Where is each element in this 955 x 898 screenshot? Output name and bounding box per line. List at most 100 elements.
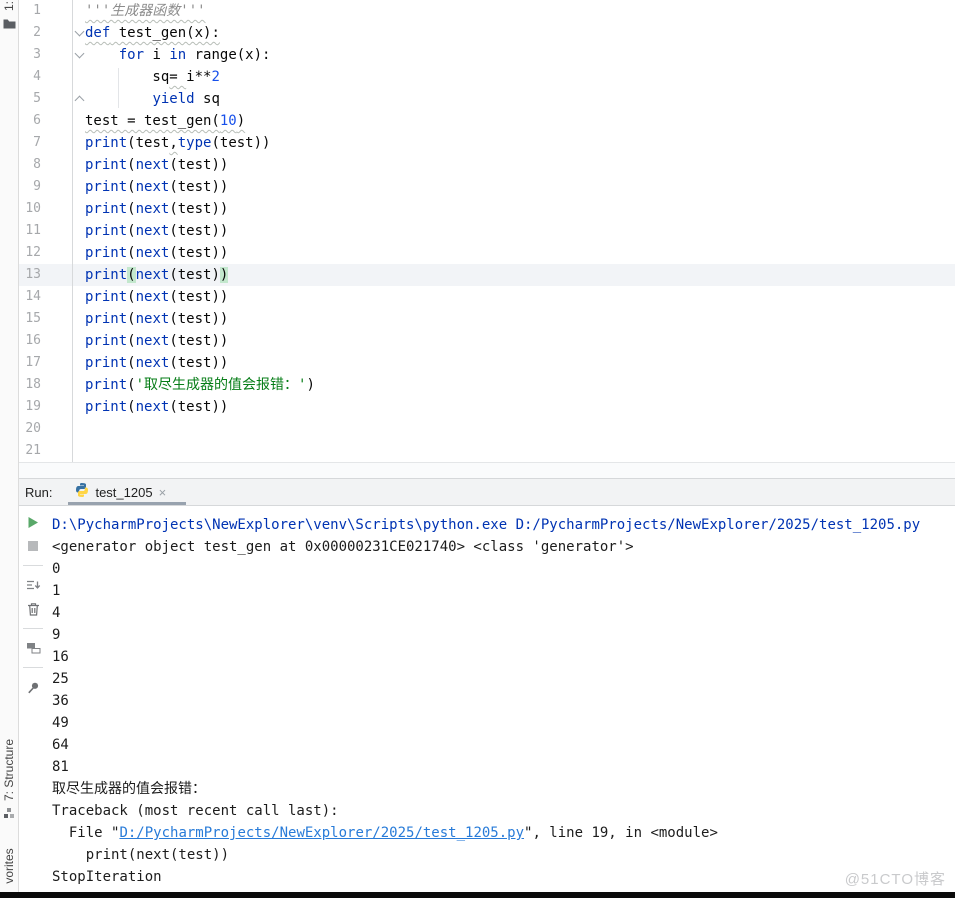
code-token: in — [169, 47, 186, 63]
code-token: test_gen(x): — [110, 25, 220, 41]
fold-column — [73, 198, 85, 220]
code-line: 21 — [18, 440, 955, 462]
code-text: print(next(test)) — [85, 220, 228, 242]
code-token: print — [85, 333, 127, 349]
console-line: 81 — [52, 756, 955, 778]
code-token: print — [85, 245, 127, 261]
console-line: 4 — [52, 602, 955, 624]
code-token: ( — [127, 267, 135, 283]
fold-column — [73, 88, 85, 110]
code-token: ) — [220, 267, 228, 283]
code-token: type — [178, 135, 212, 151]
code-token: (test)) — [169, 311, 228, 327]
fold-column — [73, 220, 85, 242]
code-token: (test)) — [169, 333, 228, 349]
code-token: next — [136, 245, 170, 261]
code-token: ( — [127, 245, 135, 261]
fold-column — [73, 374, 85, 396]
structure-icon[interactable] — [3, 806, 15, 824]
console-token: StopIteration — [52, 869, 162, 885]
code-token: next — [136, 333, 170, 349]
code-line: 16 print(next(test)) — [18, 330, 955, 352]
fold-column — [73, 154, 85, 176]
console-token: 1 — [52, 583, 60, 599]
code-line: 10print(next(test)) — [18, 198, 955, 220]
code-token: (test)) — [169, 399, 228, 415]
code-token: ( — [127, 223, 135, 239]
run-console: D:\PycharmProjects\NewExplorer\venv\Scri… — [18, 506, 955, 893]
code-token: ( — [127, 333, 135, 349]
code-token: i — [144, 47, 169, 63]
code-token: print — [85, 223, 127, 239]
console-line: 49 — [52, 712, 955, 734]
console-token: 4 — [52, 605, 60, 621]
code-token: next — [136, 267, 170, 283]
code-line: 7print(test,type(test)) — [18, 132, 955, 154]
code-token: next — [136, 289, 170, 305]
fold-open-icon[interactable] — [74, 49, 84, 59]
console-line: 16 — [52, 646, 955, 668]
code-token: print — [85, 157, 127, 173]
fold-column — [73, 264, 85, 286]
console-token: 25 — [52, 671, 69, 687]
fold-column — [73, 44, 85, 66]
console-line: 1 — [52, 580, 955, 602]
code-text: sq= i**2 — [85, 66, 220, 88]
code-token: ( — [127, 377, 135, 393]
code-token: ( — [127, 179, 135, 195]
code-token: print — [85, 289, 127, 305]
bottom-black-bar — [0, 892, 955, 898]
code-token: ( — [127, 355, 135, 371]
code-token: (test) — [169, 267, 220, 283]
code-line: 2def test_gen(x): — [18, 22, 955, 44]
line-number: 16 — [18, 330, 73, 352]
code-token: for — [119, 47, 144, 63]
code-token: = — [169, 69, 186, 85]
favorites-toolwindow-button[interactable]: vorites — [2, 848, 16, 883]
code-text: print(next(test)) — [85, 264, 228, 286]
fold-column — [73, 330, 85, 352]
code-line: 13print(next(test)) — [18, 264, 955, 286]
editor-horizontal-scrollbar[interactable] — [18, 462, 955, 478]
code-token: next — [136, 223, 170, 239]
code-text: test = test_gen(10) — [85, 110, 245, 132]
line-number: 21 — [18, 440, 73, 462]
code-token: yield — [152, 91, 194, 107]
code-token: (test)) — [211, 135, 270, 151]
code-token: print — [85, 267, 127, 283]
code-token: ) — [237, 113, 245, 129]
code-line: 14print(next(test)) — [18, 286, 955, 308]
line-number: 8 — [18, 154, 73, 176]
code-line: 12print(next(test)) — [18, 242, 955, 264]
fold-open-icon[interactable] — [74, 27, 84, 37]
console-line: StopIteration — [52, 866, 955, 888]
console-line: D:\PycharmProjects\NewExplorer\venv\Scri… — [52, 514, 955, 536]
traceback-file-link[interactable]: D:/PycharmProjects/NewExplorer/2025/test… — [119, 825, 524, 841]
code-line: 6test = test_gen(10) — [18, 110, 955, 132]
code-token: , — [169, 135, 177, 151]
folder-icon[interactable] — [3, 16, 16, 34]
run-tab-title: test_1205 — [95, 485, 152, 500]
code-editor[interactable]: 1'''生成器函数'''2def test_gen(x):3 for i in … — [18, 0, 955, 462]
console-token: ", line 19, in <module> — [524, 825, 718, 841]
structure-toolwindow-button[interactable]: 7: Structure — [2, 739, 16, 801]
code-token: next — [136, 355, 170, 371]
project-toolwindow-button[interactable]: 1: — [2, 1, 16, 11]
fold-end-icon[interactable] — [74, 96, 84, 106]
console-line: File "D:/PycharmProjects/NewExplorer/202… — [52, 822, 955, 844]
code-token: (test)) — [169, 223, 228, 239]
close-icon[interactable]: × — [159, 485, 167, 500]
code-text: print(test,type(test)) — [85, 132, 270, 154]
line-number: 12 — [18, 242, 73, 264]
code-token: range(x): — [186, 47, 270, 63]
fold-column — [73, 352, 85, 374]
line-number: 18 — [18, 374, 73, 396]
line-number: 15 — [18, 308, 73, 330]
code-token: 2 — [211, 69, 219, 85]
console-token: 0 — [52, 561, 60, 577]
line-number: 11 — [18, 220, 73, 242]
line-number: 20 — [18, 418, 73, 440]
code-token: (test)) — [169, 157, 228, 173]
code-token: def — [85, 25, 110, 41]
code-line: 20 — [18, 418, 955, 440]
